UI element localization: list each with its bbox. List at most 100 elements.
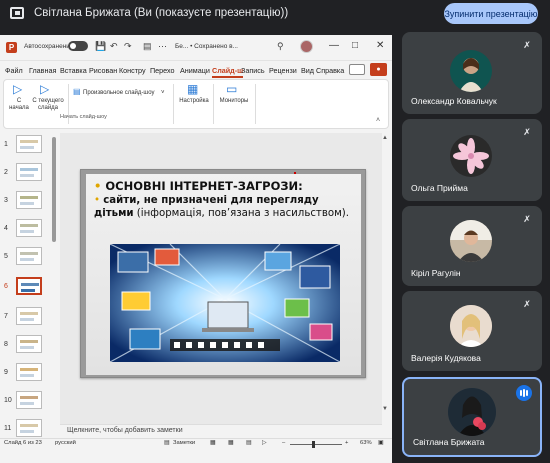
autosave-toggle[interactable] xyxy=(68,41,88,51)
ribbon: ▷ С начала ▷ С текущего слайда ▤ Произво… xyxy=(3,79,389,129)
collapse-ribbon-icon[interactable]: ˄ xyxy=(376,117,380,124)
save-icon[interactable]: 💾 xyxy=(95,41,106,52)
tab-slideshow[interactable]: Слайд-ш xyxy=(212,66,244,78)
zoom-slider-thumb[interactable] xyxy=(312,441,315,448)
participant-avatar xyxy=(450,50,492,92)
autosave-label: Автосохранение xyxy=(24,43,74,50)
mic-off-icon: ✗ xyxy=(523,127,531,137)
thumbnail-item[interactable]: 8 xyxy=(0,333,58,359)
thumbnail-item[interactable]: 3 xyxy=(0,189,58,215)
monitors-button[interactable]: Мониторы xyxy=(216,98,252,105)
laser-pointer-dot xyxy=(294,172,296,174)
ribbon-tabs: Файл Главная Вставка Рисован Констру Пер… xyxy=(0,61,392,79)
tab-transitions[interactable]: Перехо xyxy=(150,66,175,75)
thumbnail-item[interactable]: 2 xyxy=(0,161,58,187)
participant-name: Світлана Брижата xyxy=(413,437,485,447)
tab-home[interactable]: Главная xyxy=(29,66,56,75)
slide-body: • сайти, не призначені для перегляду діт… xyxy=(94,195,349,219)
scroll-down-icon[interactable]: ▼ xyxy=(382,406,388,412)
thumbnail-item[interactable]: 4 xyxy=(0,217,58,243)
settings-icon: ▦ xyxy=(187,82,199,96)
comments-button[interactable] xyxy=(349,64,365,75)
ppt-title-bar: P Автосохранение 💾 ↶ ↷ ▤ ⋯ Бе... • Сохра… xyxy=(0,35,392,61)
notes-placeholder[interactable]: Щелкните, чтобы добавить заметки xyxy=(67,427,183,434)
thumbnail-item[interactable]: 1 xyxy=(0,133,58,159)
file-name[interactable]: Бе... • Сохранено в... xyxy=(175,43,238,50)
ribbon-separator xyxy=(255,84,256,124)
notes-toggle-button[interactable]: Заметки xyxy=(173,440,195,446)
participant-avatar xyxy=(450,135,492,177)
thumbnail-item[interactable]: 10 xyxy=(0,389,58,415)
from-start-button[interactable]: С начала xyxy=(7,98,31,112)
tab-record[interactable]: Запись xyxy=(241,66,265,75)
tab-view[interactable]: Вид xyxy=(301,66,314,75)
thumbnail-item[interactable]: 7 xyxy=(0,305,58,331)
close-icon[interactable]: ✕ xyxy=(376,40,384,51)
zoom-out-icon[interactable]: – xyxy=(282,440,285,446)
monitor-icon: ▭ xyxy=(226,82,238,96)
record-button[interactable]: ● xyxy=(370,63,387,76)
shared-screen: P Автосохранение 💾 ↶ ↷ ▤ ⋯ Бе... • Сохра… xyxy=(0,35,392,463)
undo-icon[interactable]: ↶ xyxy=(110,41,118,52)
mic-off-icon: ✗ xyxy=(523,40,531,50)
scroll-up-icon[interactable]: ▲ xyxy=(382,135,388,141)
participant-name: Ольга Прийма xyxy=(411,183,468,193)
thumbnail-item-active[interactable]: 6 xyxy=(0,275,58,301)
language-indicator[interactable]: русский xyxy=(55,440,76,446)
present-icon[interactable]: ▤ xyxy=(143,41,152,52)
account-avatar[interactable] xyxy=(300,40,313,53)
participant-tile[interactable]: ✗ Ольга Прийма xyxy=(402,119,542,201)
custom-show-icon: ▤ xyxy=(73,87,81,96)
slide-canvas: • ОСНОВНІ ІНТЕРНЕТ-ЗАГРОЗИ: • сайти, не … xyxy=(60,133,382,429)
participant-avatar xyxy=(450,220,492,262)
from-start-icon: ▷ xyxy=(13,82,23,96)
reading-view-icon[interactable]: ▤ xyxy=(246,440,251,446)
sorter-view-icon[interactable]: ▦ xyxy=(228,440,233,446)
participant-tile-self[interactable]: Світлана Брижата xyxy=(402,377,542,457)
participant-tile[interactable]: ✗ Валерія Кудякова xyxy=(402,291,542,371)
mic-off-icon: ✗ xyxy=(523,214,531,224)
stop-presenting-button[interactable]: Зупинити презентацію xyxy=(444,3,538,24)
maximize-icon[interactable]: □ xyxy=(352,40,358,51)
powerpoint-logo-icon: P xyxy=(6,42,17,53)
ribbon-separator xyxy=(173,84,174,124)
participant-tile[interactable]: ✗ Кіріл Рагулін xyxy=(402,206,542,286)
tab-draw[interactable]: Рисован xyxy=(89,66,117,75)
thumbnail-scrollbar[interactable] xyxy=(52,137,56,242)
current-slide[interactable]: • ОСНОВНІ ІНТЕРНЕТ-ЗАГРОЗИ: • сайти, не … xyxy=(80,169,366,378)
tab-help[interactable]: Справка xyxy=(316,66,344,75)
present-screen-icon xyxy=(10,7,24,19)
participant-avatar xyxy=(450,305,492,347)
ribbon-group-label: Начать слайд-шоу xyxy=(60,114,107,120)
participant-tile[interactable]: ✗ Олександр Ковальчук xyxy=(402,32,542,114)
notes-toggle-icon[interactable]: ▤ xyxy=(164,440,169,446)
redo-icon[interactable]: ↷ xyxy=(124,41,132,52)
fit-to-window-icon[interactable]: ▣ xyxy=(378,440,383,446)
zoom-in-icon[interactable]: + xyxy=(345,440,348,446)
thumbnail-item[interactable]: 5 xyxy=(0,245,58,271)
meeting-top-bar: Світлана Брижата (Ви (показуєте презента… xyxy=(0,0,550,28)
search-icon[interactable]: ⚲ xyxy=(277,41,284,52)
slide-counter: Слайд 6 из 23 xyxy=(4,440,42,446)
tab-animations[interactable]: Анимаци xyxy=(180,66,210,75)
tab-insert[interactable]: Вставка xyxy=(60,66,87,75)
participant-avatar xyxy=(448,388,496,436)
participant-name: Валерія Кудякова xyxy=(411,353,481,363)
from-current-icon: ▷ xyxy=(40,82,50,96)
tab-design[interactable]: Констру xyxy=(119,66,146,75)
normal-view-icon[interactable]: ▦ xyxy=(210,440,215,446)
internet-illustration-image xyxy=(110,244,340,362)
custom-show-button[interactable]: Произвольное слайд-шоу xyxy=(83,90,154,97)
from-current-button[interactable]: С текущего слайда xyxy=(31,98,65,112)
zoom-slider[interactable] xyxy=(290,444,342,445)
ribbon-separator xyxy=(213,84,214,124)
zoom-level[interactable]: 63% xyxy=(360,440,372,446)
slideshow-view-icon[interactable]: ▷ xyxy=(262,440,266,446)
settings-button[interactable]: Настройка xyxy=(177,98,211,105)
tab-file[interactable]: Файл xyxy=(5,66,23,75)
more-icon[interactable]: ⋯ xyxy=(158,41,167,52)
minimize-icon[interactable]: — xyxy=(329,40,339,51)
participant-name: Кіріл Рагулін xyxy=(411,268,461,278)
tab-review[interactable]: Рецензи xyxy=(269,66,297,75)
thumbnail-item[interactable]: 9 xyxy=(0,361,58,387)
